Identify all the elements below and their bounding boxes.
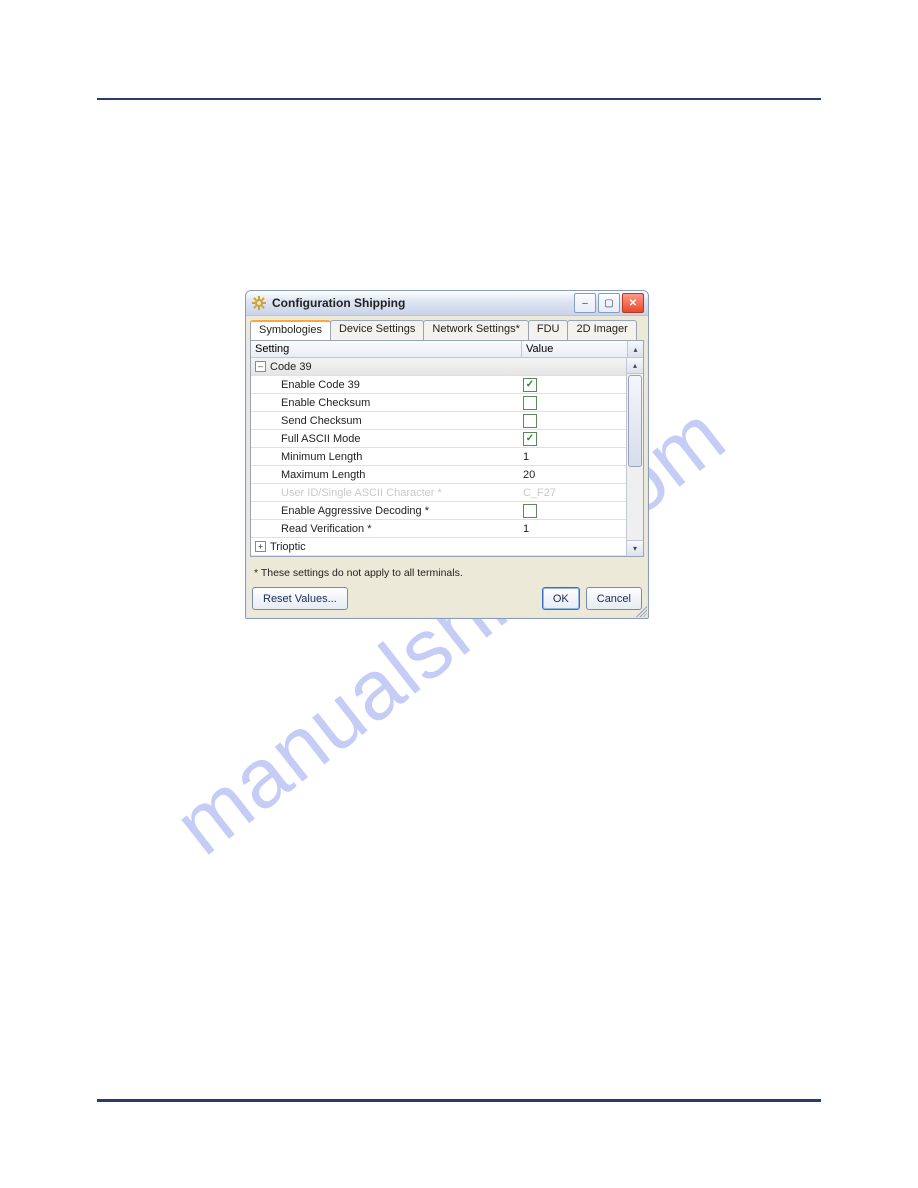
setting-label: Enable Checksum <box>281 397 370 409</box>
tab-symbologies[interactable]: Symbologies <box>250 320 331 340</box>
maximize-button[interactable]: ▢ <box>598 293 620 313</box>
ok-button[interactable]: OK <box>542 587 580 610</box>
setting-row[interactable]: Enable Checksum <box>251 394 626 412</box>
tab-fdu[interactable]: FDU <box>528 320 569 340</box>
value-read-verification[interactable]: 1 <box>523 523 529 535</box>
scrollbar-track[interactable] <box>627 468 643 540</box>
setting-label: Read Verification * <box>281 523 372 535</box>
group-trioptic-label: Trioptic <box>270 541 306 553</box>
grid-header: Setting Value ▴ <box>251 341 643 358</box>
vertical-scrollbar[interactable]: ▴ ▾ <box>626 358 643 556</box>
setting-row: User ID/Single ASCII Character * C_F27 <box>251 484 626 502</box>
checkbox-full-ascii[interactable]: ✓ <box>523 432 537 446</box>
scroll-up-icon[interactable]: ▴ <box>627 358 643 374</box>
setting-row[interactable]: Maximum Length 20 <box>251 466 626 484</box>
setting-label: Enable Code 39 <box>281 379 360 391</box>
group-code39[interactable]: – Code 39 <box>251 358 626 376</box>
dialog-buttons: Reset Values... OK Cancel <box>246 581 648 618</box>
page-top-rule <box>97 98 821 100</box>
setting-label: Send Checksum <box>281 415 362 427</box>
minimize-button[interactable]: – <box>574 293 596 313</box>
configuration-dialog: Configuration Shipping – ▢ ✕ Symbologies… <box>245 290 649 619</box>
dialog-title: Configuration Shipping <box>272 296 574 310</box>
setting-row[interactable]: Minimum Length 1 <box>251 448 626 466</box>
spacer <box>354 587 536 610</box>
close-icon: ✕ <box>629 298 637 309</box>
setting-row[interactable]: Send Checksum <box>251 412 626 430</box>
setting-row[interactable]: Read Verification * 1 <box>251 520 626 538</box>
expand-icon[interactable]: + <box>255 541 266 552</box>
setting-label: Maximum Length <box>281 469 365 481</box>
group-trioptic[interactable]: + Trioptic <box>251 538 626 556</box>
grid-rows: – Code 39 Enable Code 39 ✓ Enable Checks… <box>251 358 626 556</box>
column-setting[interactable]: Setting <box>251 341 522 357</box>
grid-body: – Code 39 Enable Code 39 ✓ Enable Checks… <box>251 358 643 556</box>
collapse-icon[interactable]: – <box>255 361 266 372</box>
setting-label: User ID/Single ASCII Character * <box>281 487 442 499</box>
minimize-icon: – <box>582 298 588 309</box>
value-max-length[interactable]: 20 <box>523 469 535 481</box>
tab-2d-imager[interactable]: 2D Imager <box>567 320 636 340</box>
reset-values-button[interactable]: Reset Values... <box>252 587 348 610</box>
titlebar[interactable]: Configuration Shipping – ▢ ✕ <box>246 291 648 316</box>
tabstrip: Symbologies Device Settings Network Sett… <box>246 316 648 340</box>
footnote: * These settings do not apply to all ter… <box>246 561 648 581</box>
value-min-length[interactable]: 1 <box>523 451 529 463</box>
tab-network-settings[interactable]: Network Settings* <box>423 320 528 340</box>
resize-grip-icon[interactable] <box>633 603 647 617</box>
maximize-icon: ▢ <box>604 298 613 309</box>
close-button[interactable]: ✕ <box>622 293 644 313</box>
chevron-up-icon: ▴ <box>633 345 637 354</box>
group-code39-label: Code 39 <box>270 361 312 373</box>
settings-panel: Setting Value ▴ – Code 39 Enable Code 39… <box>250 340 644 557</box>
setting-label: Enable Aggressive Decoding * <box>281 505 429 517</box>
scrollbar-thumb[interactable] <box>628 375 642 467</box>
scroll-down-icon[interactable]: ▾ <box>627 540 643 556</box>
setting-row[interactable]: Enable Code 39 ✓ <box>251 376 626 394</box>
checkbox-aggressive-decoding[interactable] <box>523 504 537 518</box>
column-value[interactable]: Value <box>522 341 627 357</box>
checkbox-enable-code39[interactable]: ✓ <box>523 378 537 392</box>
value-user-id: C_F27 <box>523 487 556 499</box>
checkbox-send-checksum[interactable] <box>523 414 537 428</box>
setting-label: Full ASCII Mode <box>281 433 360 445</box>
checkbox-enable-checksum[interactable] <box>523 396 537 410</box>
setting-label: Minimum Length <box>281 451 362 463</box>
setting-row[interactable]: Enable Aggressive Decoding * <box>251 502 626 520</box>
window-controls: – ▢ ✕ <box>574 293 644 313</box>
tab-device-settings[interactable]: Device Settings <box>330 320 424 340</box>
gear-icon <box>252 296 266 310</box>
setting-row[interactable]: Full ASCII Mode ✓ <box>251 430 626 448</box>
page-bottom-rule <box>97 1099 821 1102</box>
scroll-up-button[interactable]: ▴ <box>627 341 643 357</box>
